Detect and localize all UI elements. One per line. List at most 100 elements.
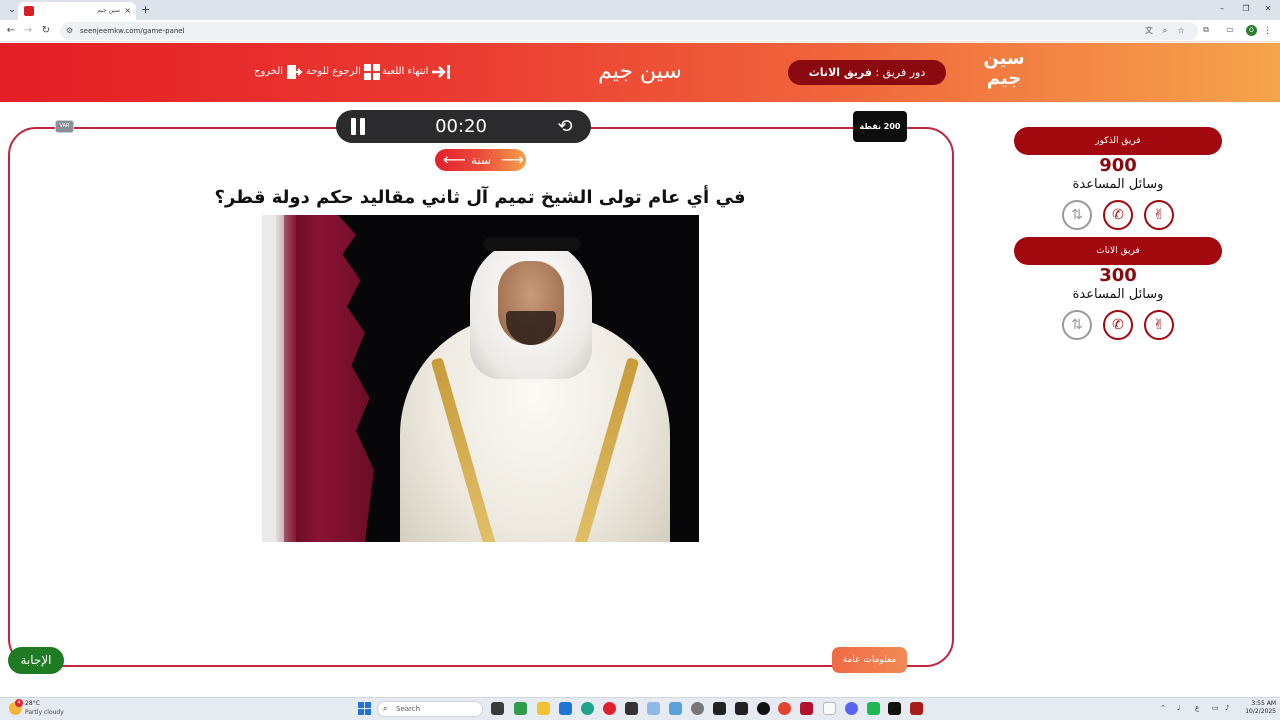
weather-desc: Partly cloudy [25,709,64,716]
chrome-icon[interactable] [778,702,791,715]
terminal-icon[interactable] [625,702,638,715]
translate-icon[interactable]: 文 [1143,25,1155,37]
game-header: الخروج الرجوع للوحة انتهاء اللعبة سين جي… [0,43,1280,102]
browser-menu-icon[interactable]: ⋮ [1263,24,1272,38]
turn-indicator: دور فريق : فريق الاناث [788,60,946,85]
team-1-aids-label: وسائل المساعدة [1072,177,1164,192]
zoom-icon[interactable]: ⌕ [1159,25,1171,37]
restore-button[interactable]: ❐ [1236,2,1256,16]
forward-icon[interactable]: → [21,24,35,38]
team-1-name: فريق الذكور [1014,127,1222,155]
opera-icon[interactable] [603,702,616,715]
browser-toolbar: ← → ↻ ⚙ seenjeemkw.com/game-panel 文 ⌕ ☆ … [0,20,1280,42]
app-icon-dark[interactable] [735,702,748,715]
general-info-button[interactable]: معلومات عامة [832,647,907,673]
widgets-icon[interactable] [514,702,527,715]
url-text[interactable]: seenjeemkw.com/game-panel [80,25,185,37]
browser-tab-strip: ⌄ سين جيم × + – ❐ ✕ [0,0,1280,20]
extensions-icon[interactable]: ⧉ [1200,24,1212,36]
end-game-icon [432,65,451,79]
language-icon[interactable]: ع [1195,702,1199,714]
grid-icon [363,64,380,80]
flag-maroon-band [284,215,374,542]
capcut-icon[interactable] [713,702,726,715]
site-info-icon[interactable]: ⚙ [66,25,73,37]
address-bar[interactable]: ⚙ seenjeemkw.com/game-panel 文 ⌕ ☆ [60,22,1198,40]
exit-label: الخروج [254,66,284,77]
github-icon[interactable] [757,702,770,715]
taskbar-search-placeholder: Search [396,705,421,713]
var-badge[interactable]: VAR [55,120,74,133]
team-2-hand-icon[interactable]: ✌ [1144,310,1174,340]
weather-temp: 28°C [25,700,40,707]
pause-icon[interactable] [350,118,366,135]
settings-icon[interactable] [691,702,704,715]
team-2-aids-label: وسائل المساعدة [1072,287,1164,302]
search-icon: ⌕ [383,704,388,713]
profile-avatar[interactable]: O [1246,25,1257,36]
question-points: 200 نقطة [853,111,907,142]
answer-button[interactable]: الإجابة [8,647,64,674]
answer-type-label: سنة [470,153,492,167]
browser-tab[interactable]: سين جيم × [18,2,136,20]
tray-chevron-icon[interactable]: ⌃ [1160,702,1166,714]
discord-icon[interactable] [845,702,858,715]
tab-close-icon[interactable]: × [124,5,131,17]
system-clock[interactable]: 3:55 AM 10/2/2025 [1238,700,1276,716]
agal [484,237,580,251]
bookmark-star-icon[interactable]: ☆ [1175,25,1187,37]
flag-fold [276,215,296,542]
start-button[interactable] [358,702,371,715]
sidebar-icon[interactable]: ▭ [1224,24,1236,36]
taskbar-search[interactable]: ⌕ Search [377,701,483,717]
reset-timer-icon[interactable]: ⟲ [554,116,576,138]
weather-badge: 4 [15,699,23,707]
question-text: في أي عام تولى الشيخ تميم آل ثاني مقاليد… [214,187,746,208]
team-1-phone-icon[interactable]: ✆ [1103,200,1133,230]
minimize-button[interactable]: – [1212,2,1232,16]
app-icon-blue[interactable] [669,702,682,715]
file-explorer-icon[interactable] [537,702,550,715]
back-icon[interactable]: ← [4,24,18,38]
team-1-hand-icon[interactable]: ✌ [1144,200,1174,230]
end-game-button[interactable]: انتهاء اللعبة [382,63,451,81]
network-icon[interactable]: ▭ [1212,702,1219,714]
microphone-icon[interactable]: ♩ [1177,702,1180,714]
clock-time: 3:55 AM [1251,700,1276,707]
turn-label: دور فريق : [875,66,926,79]
app-icon-red[interactable] [800,702,813,715]
exit-button[interactable]: الخروج [254,63,303,81]
arrow-right-icon: ⟶ [501,150,524,169]
close-window-button[interactable]: ✕ [1258,2,1278,16]
timer-display: 00:20 [435,116,487,137]
question-image [262,215,699,542]
app-icon-shield[interactable] [910,702,923,715]
turn-team: فريق الاناث [808,66,872,79]
task-view-icon[interactable] [491,702,504,715]
photos-icon[interactable] [647,702,660,715]
tab-title: سين جيم [97,7,120,14]
mail-icon[interactable] [559,702,572,715]
team-2-score: 300 [1099,265,1137,286]
back-to-board-button[interactable]: الرجوع للوحة [306,63,380,81]
reload-icon[interactable]: ↻ [39,24,53,38]
answer-type-tag: ⟵ سنة ⟶ [435,149,526,171]
site-favicon-icon [24,6,34,16]
timer-bar: 00:20 ⟲ [336,110,591,143]
end-game-label: انتهاء اللعبة [382,66,429,77]
seenjeem-logo: سين جيم [978,49,1030,97]
team-2-phone-icon[interactable]: ✆ [1103,310,1133,340]
exit-icon [287,65,303,79]
app-icon-green[interactable] [867,702,880,715]
app-icon-black[interactable] [888,702,901,715]
team-1-score: 900 [1099,155,1137,176]
clock-date: 10/2/2025 [1245,708,1276,715]
back-to-board-label: الرجوع للوحة [306,66,361,77]
new-tab-button[interactable]: + [141,2,150,17]
volume-icon[interactable]: ♪ [1225,702,1229,714]
notepad-icon[interactable] [823,702,836,715]
game-title: سين جيم [598,59,682,84]
edge-icon[interactable] [581,702,594,715]
team-2-two-answers-icon[interactable]: ⇅ [1062,310,1092,340]
team-1-two-answers-icon[interactable]: ⇅ [1062,200,1092,230]
